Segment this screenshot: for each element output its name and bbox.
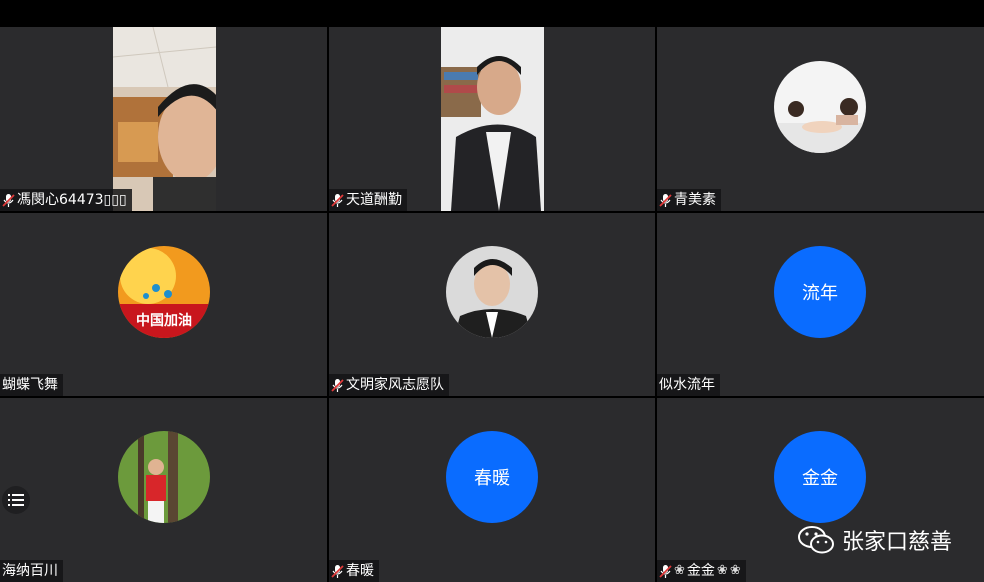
participant-tile[interactable]: 中国加油 蝴蝶飞舞 <box>0 213 327 396</box>
participant-name-label: 春暖 <box>346 563 374 579</box>
participant-name-label: 文明家风志愿队 <box>346 377 444 393</box>
flower-emoji-icon: ❀ <box>729 563 741 578</box>
participant-name: 馮閔心64473▯▯▯ <box>0 189 132 211</box>
participant-tile[interactable]: 天道酬勤 <box>329 27 655 211</box>
video-feed <box>113 27 216 211</box>
participant-name: 天道酬勤 <box>329 189 407 211</box>
participant-name-label: 似水流年 <box>659 377 715 393</box>
mic-muted-icon <box>331 378 344 392</box>
mic-muted-icon <box>331 564 344 578</box>
avatar-label: 中国加油 <box>136 313 192 329</box>
participant-name: 春暖 <box>329 560 379 582</box>
participant-name-label: 青美素 <box>674 192 716 208</box>
participant-tile[interactable]: 文明家风志愿队 <box>329 213 655 396</box>
avatar-photo <box>118 431 210 523</box>
watermark: 张家口慈善 <box>797 524 952 556</box>
participant-tile[interactable]: 春暖 春暖 <box>329 398 655 582</box>
list-icon <box>8 494 24 506</box>
avatar-photo <box>774 61 866 153</box>
watermark-text: 张家口慈善 <box>841 530 952 555</box>
participant-tile[interactable]: 流年 似水流年 <box>657 213 984 396</box>
avatar-photo <box>446 246 538 338</box>
participant-grid: 馮閔心64473▯▯▯ 天道酬勤 青美素 中国加油 蝴蝶飞舞 文明家风志愿队 流… <box>0 27 984 582</box>
mic-muted-icon <box>659 564 672 578</box>
mic-muted-icon <box>331 193 344 207</box>
avatar-initials: 金金 <box>774 431 866 523</box>
participant-name-label: 蝴蝶飞舞 <box>2 377 58 393</box>
participant-name: 文明家风志愿队 <box>329 374 449 396</box>
participant-tile[interactable]: 金金 张家口慈善 ❀ 金金 ❀ ❀ <box>657 398 984 582</box>
participant-name: 蝴蝶飞舞 <box>0 374 63 396</box>
flower-emoji-icon: ❀ <box>674 563 685 578</box>
participant-name: ❀ 金金 ❀ ❀ <box>657 560 746 582</box>
avatar-label: 流年 <box>802 283 838 304</box>
menu-list-button[interactable] <box>2 486 30 514</box>
avatar-label: 春暖 <box>474 468 510 489</box>
participant-tile[interactable]: 青美素 <box>657 27 984 211</box>
participant-name: 似水流年 <box>657 374 720 396</box>
avatar-photo: 中国加油 <box>118 246 210 338</box>
avatar-initials: 流年 <box>774 246 866 338</box>
participant-name-label: 馮閔心64473▯▯▯ <box>17 192 127 208</box>
wechat-icon <box>797 526 834 554</box>
mic-muted-icon <box>2 193 15 207</box>
flower-emoji-icon: ❀ <box>716 563 728 578</box>
participant-name-label: 海纳百川 <box>2 563 58 579</box>
participant-name-label: 天道酬勤 <box>346 192 402 208</box>
participant-name: 青美素 <box>657 189 721 211</box>
avatar-initials: 春暖 <box>446 431 538 523</box>
participant-tile[interactable]: 馮閔心64473▯▯▯ <box>0 27 327 211</box>
mic-muted-icon <box>659 193 672 207</box>
avatar-label: 金金 <box>802 468 838 489</box>
top-bar <box>0 0 984 27</box>
participant-name-label: 金金 <box>686 563 715 579</box>
video-feed <box>441 27 544 211</box>
participant-tile[interactable]: 海纳百川 <box>0 398 327 582</box>
participant-name: 海纳百川 <box>0 560 63 582</box>
